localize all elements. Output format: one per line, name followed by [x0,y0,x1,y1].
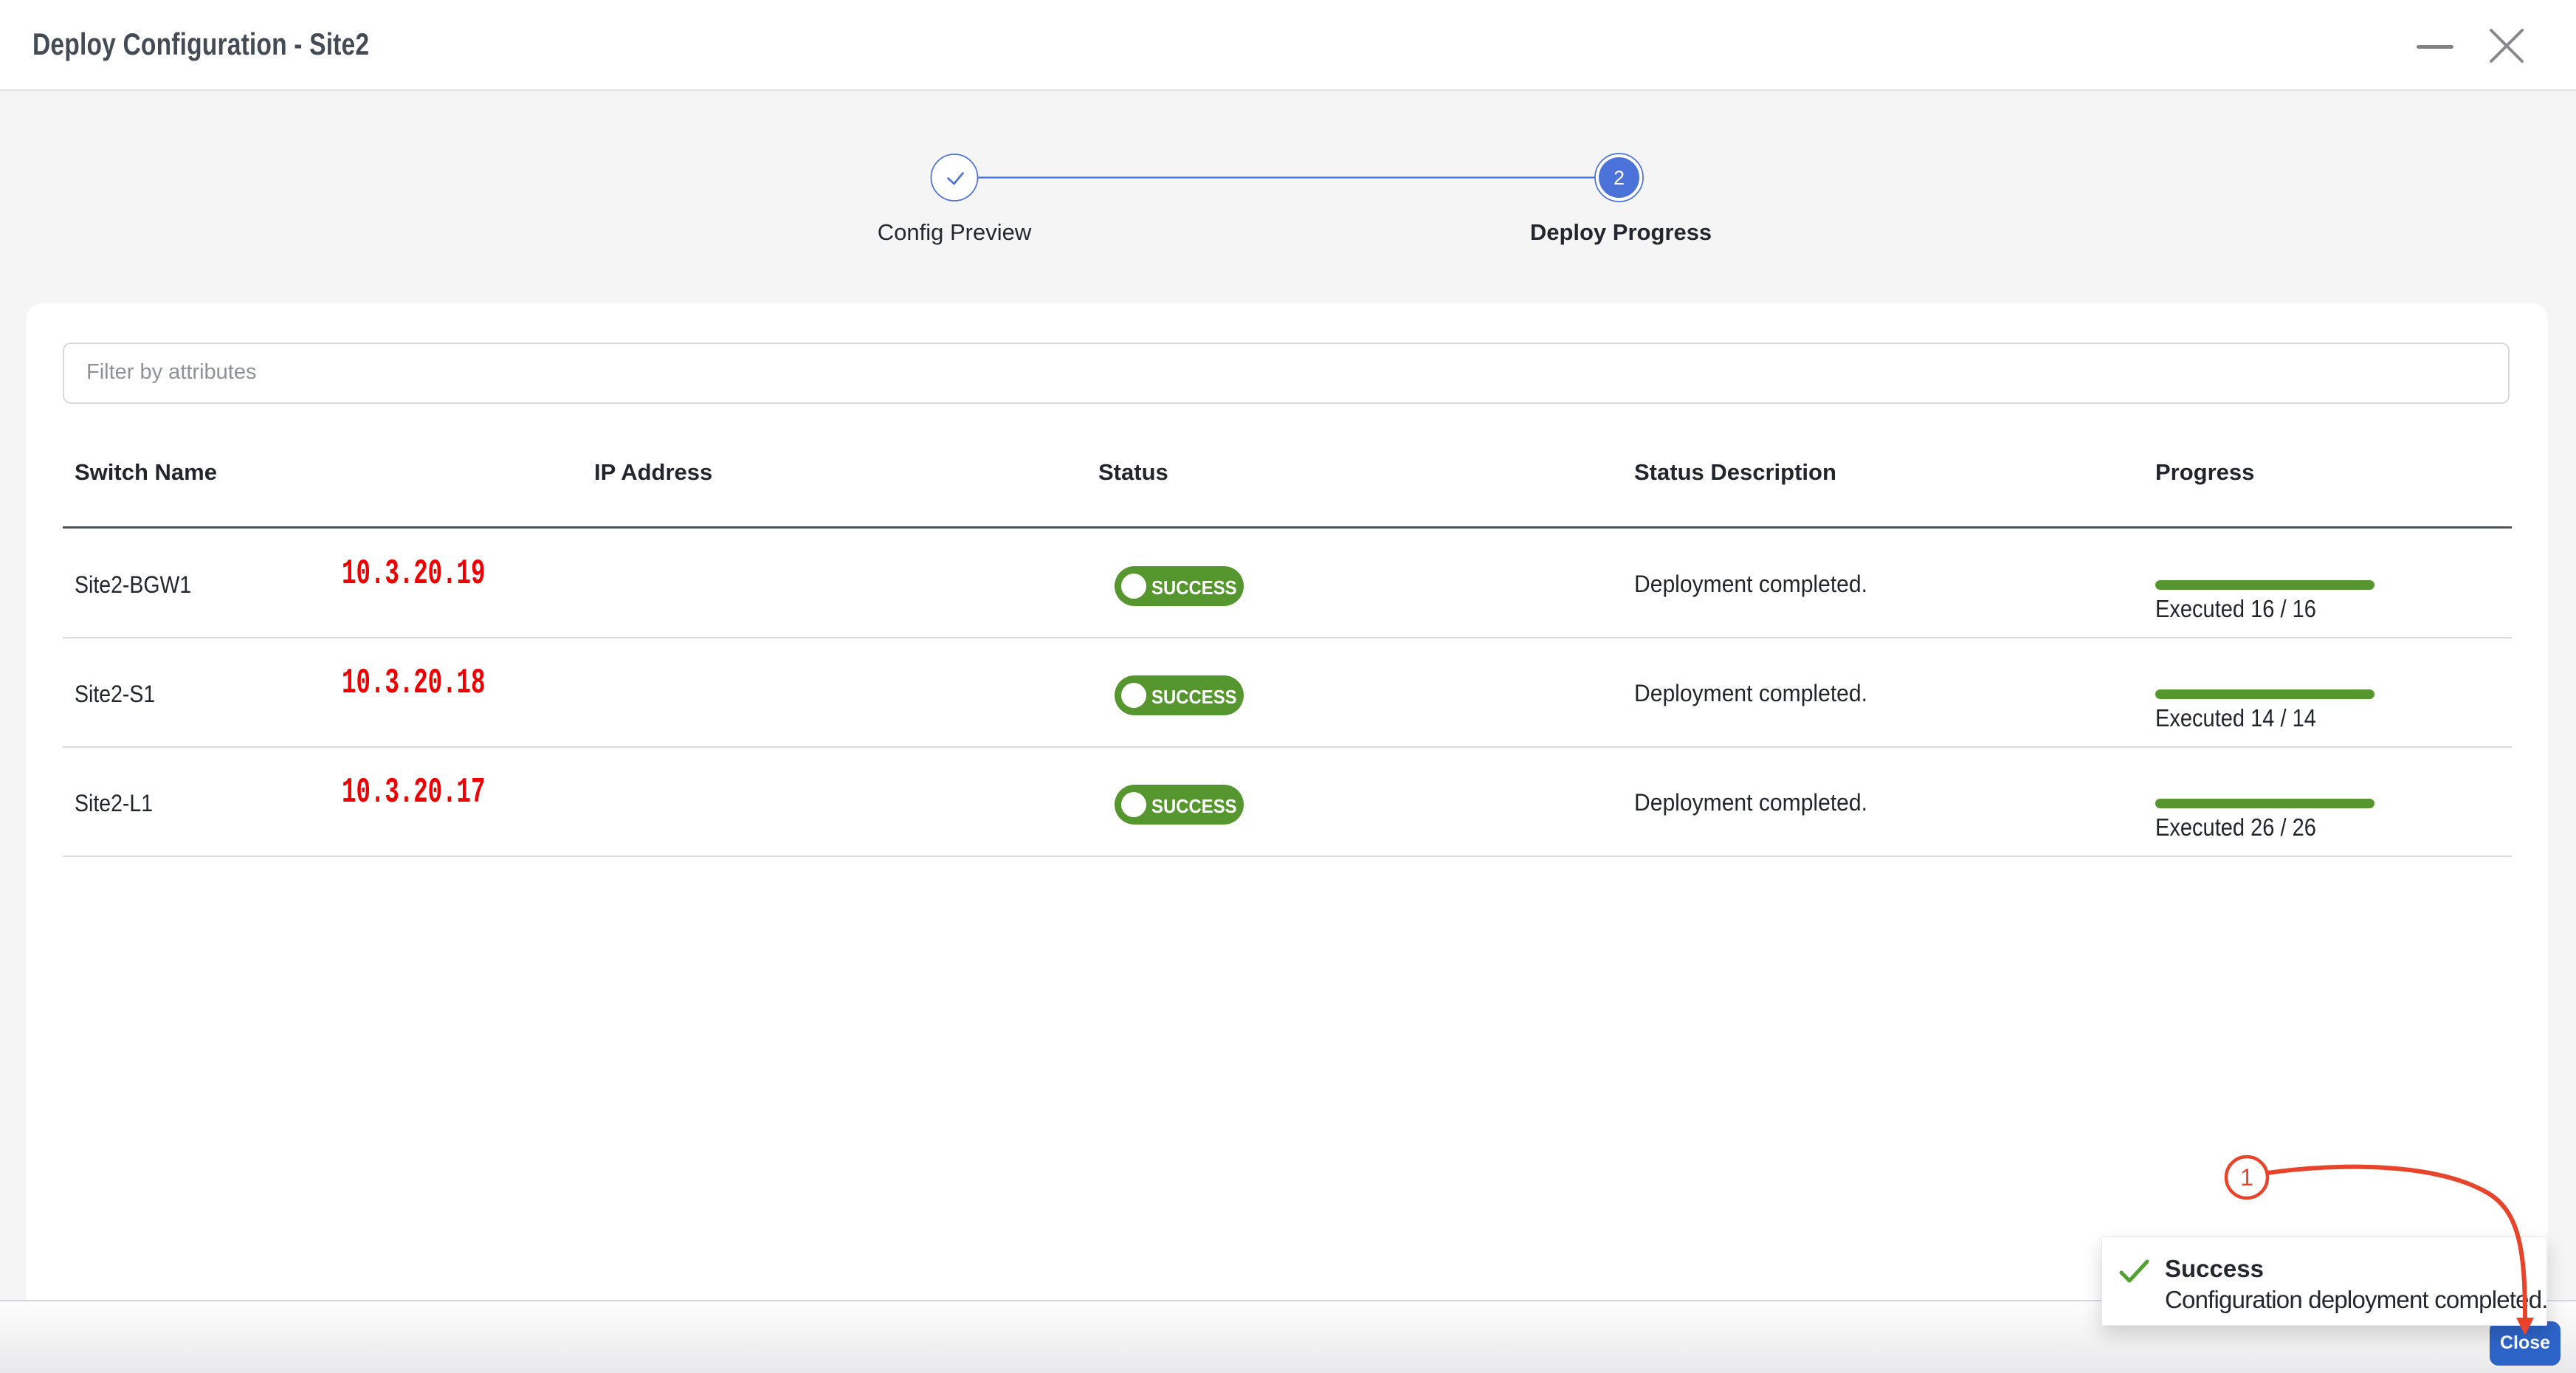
svg-text:1: 1 [2240,1164,2253,1191]
